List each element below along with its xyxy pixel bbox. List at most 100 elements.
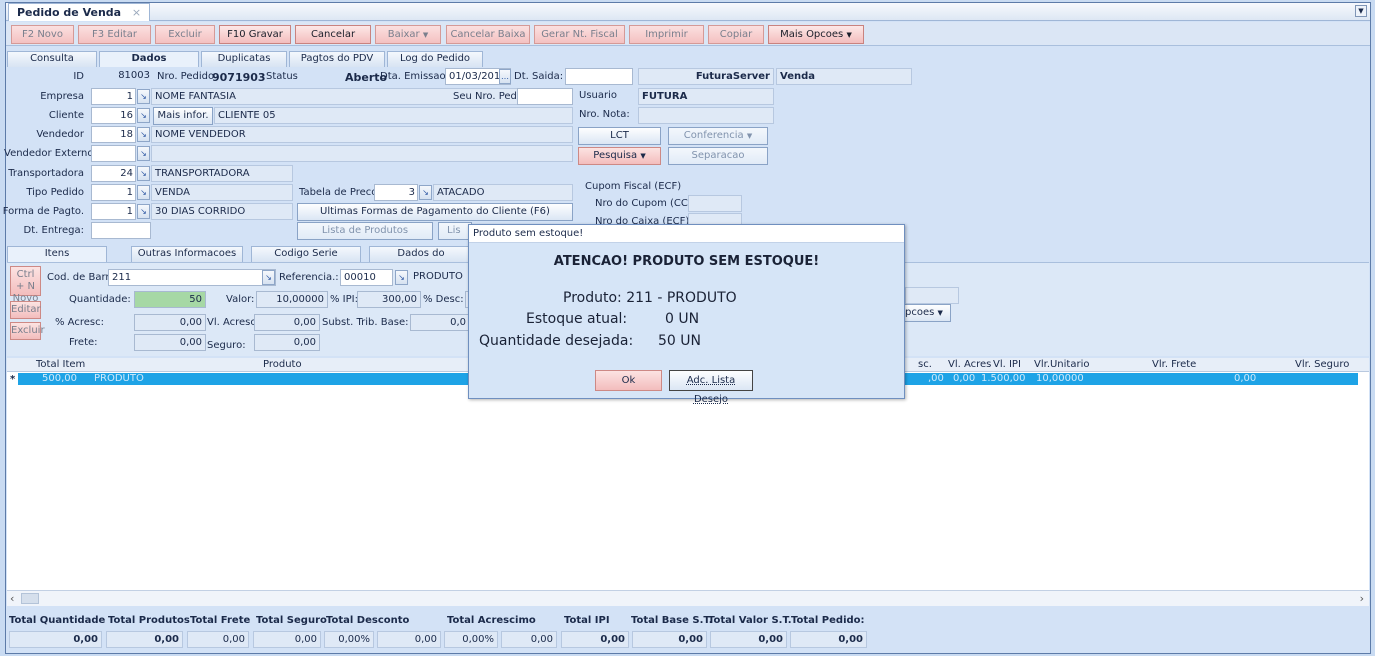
generate-invoice-button[interactable]: Gerar Nt. Fiscal <box>534 25 625 44</box>
tab-duplicatas[interactable]: Duplicatas <box>201 51 287 67</box>
chevron-down-icon: ▼ <box>746 132 753 140</box>
vl-acresc-field[interactable]: 0,00 <box>254 314 320 331</box>
tab-itens[interactable]: Itens <box>7 246 107 262</box>
frete-field[interactable]: 0,00 <box>134 334 206 351</box>
mais-infor-button[interactable]: Mais infor. <box>153 107 213 125</box>
subst-field[interactable]: 0,0 <box>410 314 470 331</box>
total-produtos-label: Total Produtos <box>108 615 190 626</box>
new-item-button[interactable]: Ctrl + N Novo <box>10 266 41 304</box>
edit-item-button[interactable]: Editar <box>10 301 41 319</box>
cod-barras-field[interactable]: 211 <box>108 269 276 286</box>
delete-button[interactable]: Excluir <box>155 25 215 44</box>
col-total-item[interactable]: Total Item <box>36 359 85 370</box>
seguro-field[interactable]: 0,00 <box>254 334 320 351</box>
col-desc[interactable]: sc. <box>918 359 932 370</box>
col-vl-ipi[interactable]: Vl. IPI <box>993 359 1021 370</box>
tab-dados-cancelamento[interactable]: Dados do Cancelamen <box>369 246 473 273</box>
search-icon[interactable]: ↘ <box>262 270 275 285</box>
produto-name: PRODUTO <box>413 271 463 282</box>
scroll-left-icon[interactable]: ‹ <box>10 592 14 605</box>
search-icon[interactable]: ↘ <box>137 127 150 142</box>
dt-saida-label: Dt. Saida: <box>514 71 564 82</box>
search-icon[interactable]: ↘ <box>395 270 408 285</box>
tab-dados[interactable]: Dados <box>99 51 199 67</box>
scroll-right-icon[interactable]: › <box>1360 592 1364 605</box>
close-icon[interactable]: × <box>132 6 141 19</box>
total-produtos-value: 0,00 <box>106 631 183 648</box>
seu-nro-field[interactable] <box>517 88 573 105</box>
horizontal-scrollbar[interactable]: ‹ › <box>7 590 1369 606</box>
dt-saida-field[interactable] <box>565 68 633 85</box>
items-grid[interactable] <box>7 372 1369 590</box>
baixar-button[interactable]: Baixar ▼ <box>375 25 441 44</box>
cancel-button[interactable]: Cancelar <box>295 25 371 44</box>
dt-entrega-field[interactable] <box>91 222 151 239</box>
ok-button[interactable]: Ok <box>595 370 662 391</box>
search-icon[interactable]: ↘ <box>137 204 150 219</box>
col-vlr-seguro[interactable]: Vlr. Seguro <box>1295 359 1349 370</box>
vendedor-code-field[interactable]: 18 <box>91 126 136 143</box>
dialog-heading: ATENCAO! PRODUTO SEM ESTOQUE! <box>553 254 820 269</box>
search-icon[interactable]: ↘ <box>137 166 150 181</box>
search-icon[interactable]: ↘ <box>137 108 150 123</box>
opcoes-label: pcoes <box>905 307 935 318</box>
lista-produtos-button[interactable]: Lista de Produtos <box>297 222 433 240</box>
cancel-baixa-button[interactable]: Cancelar Baixa <box>446 25 530 44</box>
search-icon[interactable]: ↘ <box>137 185 150 200</box>
referencia-field[interactable]: 00010 <box>340 269 393 286</box>
print-button[interactable]: Imprimir <box>629 25 704 44</box>
vendedor-externo-field[interactable] <box>91 145 136 162</box>
more-options-button[interactable]: Mais Opcoes ▼ <box>768 25 864 44</box>
save-button[interactable]: F10 Gravar <box>219 25 291 44</box>
col-vl-acres[interactable]: Vl. Acres <box>948 359 991 370</box>
acresc-field[interactable]: 0,00 <box>134 314 206 331</box>
add-wishlist-button[interactable]: Adc. Lista Desejo <box>669 370 753 405</box>
tab-consulta[interactable]: Consulta <box>7 51 97 67</box>
ipi-label: % IPI: <box>330 294 358 305</box>
total-desconto-label: Total Desconto <box>326 615 410 626</box>
item-extra-field <box>905 287 959 304</box>
cell-vlr-frete: 0,00 <box>1234 373 1257 384</box>
ultimas-formas-button[interactable]: Ultimas Formas de Pagamento do Cliente (… <box>297 203 573 221</box>
col-vlr-unitario[interactable]: Vlr.Unitario <box>1034 359 1089 370</box>
search-icon[interactable]: ↘ <box>137 89 150 104</box>
lct-button[interactable]: LCT <box>578 127 661 145</box>
empresa-code-field[interactable]: 1 <box>91 88 136 105</box>
dt-entrega-label: Dt. Entrega: <box>23 225 84 236</box>
tabela-preco-code-field[interactable]: 3 <box>374 184 418 201</box>
pesquisa-button[interactable]: Pesquisa ▼ <box>578 147 661 165</box>
edit-button[interactable]: F3 Editar <box>78 25 151 44</box>
scroll-thumb[interactable] <box>21 593 39 604</box>
id-value: 81003 <box>118 70 150 81</box>
search-icon[interactable]: ↘ <box>137 146 150 161</box>
new-button[interactable]: F2 Novo <box>11 25 74 44</box>
tab-pagtos-pdv[interactable]: Pagtos do PDV <box>289 51 385 67</box>
transportadora-code-field[interactable]: 24 <box>91 165 136 182</box>
forma-pagto-code-field[interactable]: 1 <box>91 203 136 220</box>
window-menu-icon[interactable]: ▼ <box>1355 5 1367 17</box>
search-icon[interactable]: ↘ <box>419 185 432 200</box>
tab-codigo-serie[interactable]: Codigo Serie <box>251 246 361 262</box>
delete-item-button[interactable]: Excluir <box>10 322 45 340</box>
tipo-pedido-code-field[interactable]: 1 <box>91 184 136 201</box>
vendedor-externo-name <box>151 145 573 162</box>
valor-field[interactable]: 10,00000 <box>256 291 328 308</box>
quantidade-field[interactable]: 50 <box>134 291 206 308</box>
total-ipi-value: 0,00 <box>561 631 629 648</box>
tab-log-pedido[interactable]: Log do Pedido <box>387 51 483 67</box>
chevron-down-icon: ▼ <box>422 31 429 39</box>
tab-outras-informacoes[interactable]: Outras Informacoes <box>131 246 243 262</box>
ipi-field[interactable]: 300,00 <box>357 291 421 308</box>
lista-button[interactable]: Lis <box>438 222 472 240</box>
conferencia-button[interactable]: Conferencia ▼ <box>668 127 768 145</box>
date-picker-icon[interactable]: … <box>499 69 511 84</box>
document-tab[interactable]: Pedido de Venda × <box>8 3 151 21</box>
opcoes-button[interactable]: pcoes ▼ <box>903 304 951 322</box>
col-produto[interactable]: Produto <box>263 359 302 370</box>
separacao-button[interactable]: Separacao <box>668 147 768 165</box>
row-marker: * <box>10 374 16 385</box>
total-valor-st-value: 0,00 <box>710 631 787 648</box>
copy-button[interactable]: Copiar <box>708 25 764 44</box>
col-vlr-frete[interactable]: Vlr. Frete <box>1152 359 1196 370</box>
cliente-code-field[interactable]: 16 <box>91 107 136 124</box>
